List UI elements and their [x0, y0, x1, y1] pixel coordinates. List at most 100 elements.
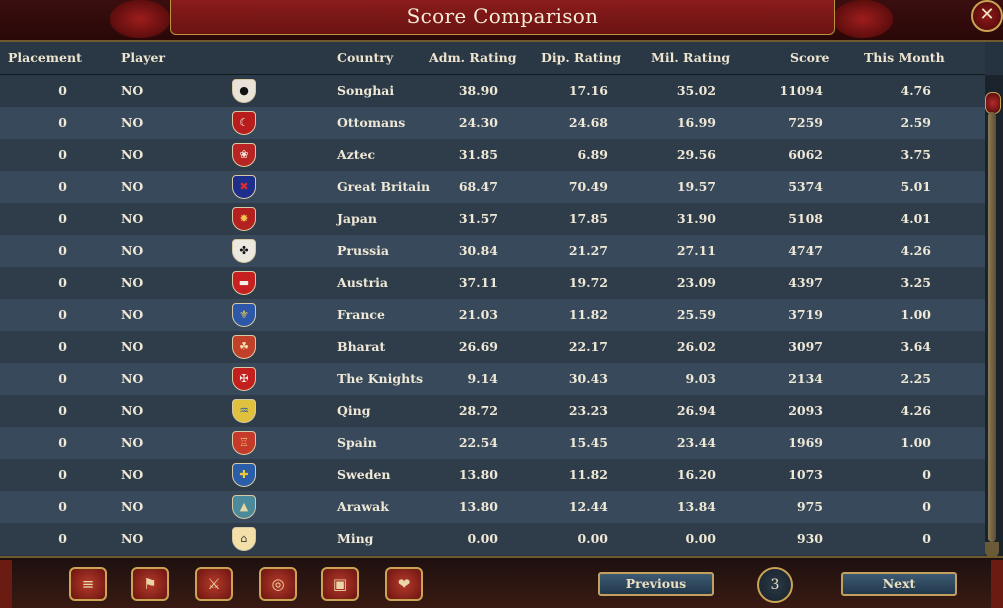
crossed-swords-icon: ⚔	[207, 575, 221, 593]
score-cell: 3097	[788, 339, 823, 354]
header-this-month[interactable]: This Month	[864, 50, 945, 65]
dip-rating-cell: 12.44	[568, 499, 608, 514]
window-title: Score Comparison	[406, 4, 599, 28]
header-player[interactable]: Player	[121, 50, 165, 65]
france-flag-icon[interactable]: ⚜	[232, 303, 256, 327]
flag-emblem: ✖	[239, 180, 249, 193]
flag-icon: ⚑	[143, 575, 157, 593]
handshake-button[interactable]: ❤	[385, 567, 423, 601]
spain-flag-icon[interactable]: ♖	[232, 431, 256, 455]
header-dip-rating[interactable]: Dip. Rating	[541, 50, 621, 65]
table-row[interactable]: 0 NO Bharat 26.69 22.17 26.02 3097 3.64 ☘	[0, 331, 985, 363]
ledger-button[interactable]: ≡	[69, 567, 107, 601]
score-cell: 1073	[788, 467, 823, 482]
dip-rating-cell: 22.17	[568, 339, 608, 354]
flag-emblem: ⌂	[240, 532, 248, 545]
the-knights-flag-icon[interactable]: ✠	[232, 367, 256, 391]
table-row[interactable]: 0 NO France 21.03 11.82 25.59 3719 1.00 ⚜	[0, 299, 985, 331]
close-button[interactable]: ✕	[971, 0, 1003, 32]
this-month-cell: 3.64	[900, 339, 931, 354]
dip-rating-cell: 11.82	[568, 467, 608, 482]
adm-rating-cell: 21.03	[458, 307, 498, 322]
mil-rating-cell: 9.03	[685, 371, 716, 386]
mil-rating-cell: 27.11	[676, 243, 716, 258]
flag-emblem: ✤	[239, 244, 249, 257]
sweden-flag-icon[interactable]: ✚	[232, 463, 256, 487]
score-cell: 1969	[788, 435, 823, 450]
scroll-up-button[interactable]	[985, 92, 1001, 114]
coins-button[interactable]: ◎	[259, 567, 297, 601]
dip-rating-cell: 70.49	[568, 179, 608, 194]
ming-flag-icon[interactable]: ⌂	[232, 527, 256, 551]
title-bar: Score Comparison	[0, 0, 1003, 42]
table-row[interactable]: 0 NO Songhai 38.90 17.16 35.02 11094 4.76 ●	[0, 75, 985, 107]
placement-cell: 0	[58, 403, 67, 418]
player-cell: NO	[121, 499, 144, 514]
table-row[interactable]: 0 NO The Knights 9.14 30.43 9.03 2134 2.25 ✠	[0, 363, 985, 395]
mil-rating-cell: 25.59	[676, 307, 716, 322]
flag-emblem: ❀	[239, 148, 249, 161]
table-row[interactable]: 0 NO Spain 22.54 15.45 23.44 1969 1.00 ♖	[0, 427, 985, 459]
bharat-flag-icon[interactable]: ☘	[232, 335, 256, 359]
table-row[interactable]: 0 NO Ottomans 24.30 24.68 16.99 7259 2.59 ☾	[0, 107, 985, 139]
table-row[interactable]: 0 NO Great Britain 68.47 70.49 19.57 5374 5.01 ✖	[0, 171, 985, 203]
adm-rating-cell: 38.90	[458, 83, 498, 98]
table-row[interactable]: 0 NO Qing 28.72 23.23 26.94 2093 4.26 ♒	[0, 395, 985, 427]
right-frame-ornament	[991, 560, 1003, 608]
qing-flag-icon[interactable]: ♒	[232, 399, 256, 423]
player-cell: NO	[121, 531, 144, 546]
header-country[interactable]: Country	[337, 50, 393, 65]
placement-cell: 0	[58, 307, 67, 322]
table-row[interactable]: 0 NO Aztec 31.85 6.89 29.56 6062 3.75 ❀	[0, 139, 985, 171]
crate-icon: ▣	[332, 575, 348, 593]
great-britain-flag-icon[interactable]: ✖	[232, 175, 256, 199]
player-cell: NO	[121, 307, 144, 322]
left-frame-ornament	[0, 560, 12, 608]
this-month-cell: 0	[922, 499, 931, 514]
adm-rating-cell: 9.14	[467, 371, 498, 386]
scroll-thumb[interactable]	[988, 112, 996, 542]
table-row[interactable]: 0 NO Arawak 13.80 12.44 13.84 975 0 ▲	[0, 491, 985, 523]
aztec-flag-icon[interactable]: ❀	[232, 143, 256, 167]
score-cell: 2134	[788, 371, 823, 386]
crossed-swords-button[interactable]: ⚔	[195, 567, 233, 601]
adm-rating-cell: 28.72	[458, 403, 498, 418]
header-adm-rating[interactable]: Adm. Rating	[429, 50, 517, 65]
this-month-cell: 1.00	[900, 307, 931, 322]
header-score[interactable]: Score	[790, 50, 830, 65]
previous-button[interactable]: Previous	[598, 572, 714, 596]
mil-rating-cell: 26.02	[676, 339, 716, 354]
japan-flag-icon[interactable]: ✸	[232, 207, 256, 231]
adm-rating-cell: 26.69	[458, 339, 498, 354]
flag-button[interactable]: ⚑	[131, 567, 169, 601]
table-row[interactable]: 0 NO Japan 31.57 17.85 31.90 5108 4.01 ✸	[0, 203, 985, 235]
mil-rating-cell: 0.00	[685, 531, 716, 546]
score-cell: 5108	[788, 211, 823, 226]
arawak-flag-icon[interactable]: ▲	[232, 495, 256, 519]
placement-cell: 0	[58, 83, 67, 98]
songhai-flag-icon[interactable]: ●	[232, 79, 256, 103]
this-month-cell: 0	[922, 531, 931, 546]
score-table: 0 NO Songhai 38.90 17.16 35.02 11094 4.76 ● 0 NO Ot…	[0, 75, 985, 556]
prussia-flag-icon[interactable]: ✤	[232, 239, 256, 263]
austria-flag-icon[interactable]: ▬	[232, 271, 256, 295]
table-row[interactable]: 0 NO Prussia 30.84 21.27 27.11 4747 4.26 ✤	[0, 235, 985, 267]
mil-rating-cell: 13.84	[676, 499, 716, 514]
header-placement[interactable]: Placement	[8, 50, 82, 65]
dip-rating-cell: 21.27	[568, 243, 608, 258]
ottomans-flag-icon[interactable]: ☾	[232, 111, 256, 135]
flag-emblem: ☘	[239, 340, 249, 353]
header-mil-rating[interactable]: Mil. Rating	[651, 50, 730, 65]
next-button[interactable]: Next	[841, 572, 957, 596]
table-row[interactable]: 0 NO Austria 37.11 19.72 23.09 4397 3.25 ▬	[0, 267, 985, 299]
adm-rating-cell: 22.54	[458, 435, 498, 450]
placement-cell: 0	[58, 467, 67, 482]
table-row[interactable]: 0 NO Ming 0.00 0.00 0.00 930 0 ⌂	[0, 523, 985, 555]
player-cell: NO	[121, 211, 144, 226]
this-month-cell: 5.01	[900, 179, 931, 194]
score-cell: 2093	[788, 403, 823, 418]
flag-emblem: ♒	[239, 404, 249, 417]
table-row[interactable]: 0 NO Sweden 13.80 11.82 16.20 1073 0 ✚	[0, 459, 985, 491]
adm-rating-cell: 0.00	[467, 531, 498, 546]
crate-button[interactable]: ▣	[321, 567, 359, 601]
